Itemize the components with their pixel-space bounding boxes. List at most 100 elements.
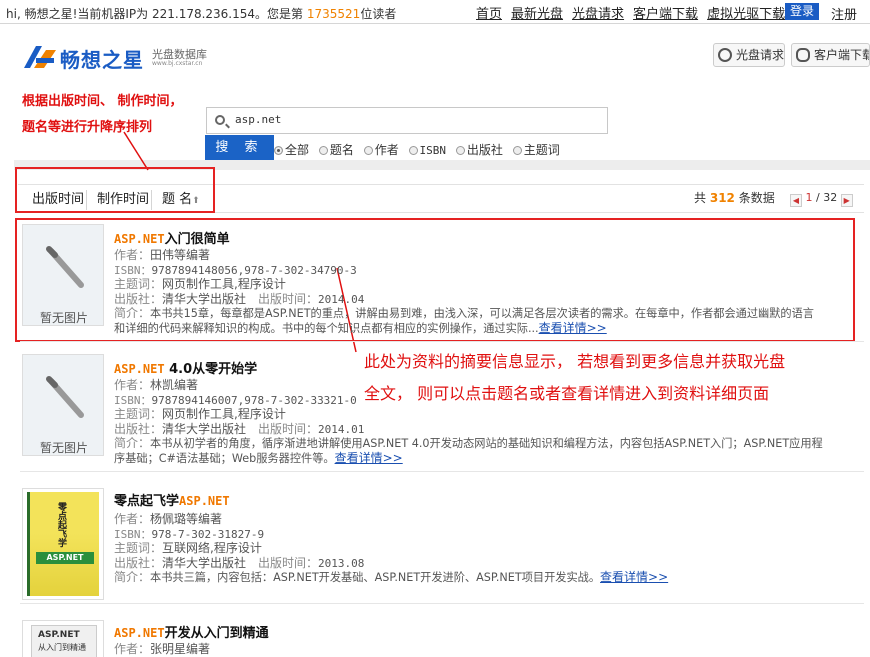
search-box[interactable] [206, 107, 608, 134]
welcome-suffix: 位读者 [360, 7, 397, 21]
isbn-value: 9787894146007,978-7-302-33321-0 [151, 393, 357, 407]
cover-art: ASP.NET 从入门到精通 [31, 625, 97, 657]
subject-label: 主题词： [114, 407, 163, 421]
publisher-label: 出版社： [114, 555, 163, 570]
subject-value: 互联网络,程序设计 [162, 541, 262, 555]
no-image-thumbnail[interactable]: 暂无图片 [22, 354, 104, 456]
book-cover-image[interactable]: 零点起飞学 ASP.NET [22, 488, 104, 600]
site-logo[interactable]: 畅想之星 光盘数据库 www.bj.cxstar.cn [22, 42, 222, 74]
title-highlight: ASP.NET [114, 626, 165, 640]
cover-art: 零点起飞学 ASP.NET [27, 492, 99, 596]
prev-page-icon[interactable]: ◀ [790, 194, 802, 207]
record-summary: 简介：本书共15章，每章都是ASP.NET的重点，讲解由易到难，由浅入深，可以满… [114, 306, 814, 322]
no-image-thumbnail[interactable]: 暂无图片 [22, 224, 104, 326]
scope-label: 作者 [374, 143, 399, 157]
record-publisher: 出版社：清华大学出版社 出版时间：2014.04 [114, 292, 364, 308]
record-subject: 主题词：互联网络,程序设计 [114, 541, 262, 556]
search-input[interactable] [235, 113, 595, 126]
author-label: 作者： [114, 248, 151, 262]
subject-value: 网页制作工具,程序设计 [162, 277, 286, 291]
radio-selected-icon [274, 146, 283, 155]
scope-all-radio[interactable]: 全部 [274, 141, 309, 158]
list-item: 零点起飞学 ASP.NET 零点起飞学ASP.NET 作者：杨佩璐等编著 ISB… [20, 488, 864, 604]
nav-home-link[interactable]: 首页 [476, 7, 502, 22]
view-details-link[interactable]: 查看详情>> [600, 570, 668, 584]
pub-date-value: 2014.01 [318, 422, 365, 436]
count-prefix: 共 [694, 191, 707, 205]
pub-date-label: 出版时间： [258, 291, 319, 306]
next-page-icon[interactable]: ▶ [840, 194, 853, 207]
view-details-link[interactable]: 查看详情>> [335, 451, 403, 465]
cover-title-en: ASP.NET [38, 630, 80, 640]
summary-text: 本书共三篇，内容包括：ASP.NET开发基础、ASP.NET开发进阶、ASP.N… [150, 571, 601, 584]
pub-date-label: 出版时间： [258, 555, 319, 570]
author-value: 杨佩璐等编著 [150, 512, 223, 526]
client-download-label: 客户端下载 [814, 48, 870, 62]
record-publisher: 出版社：清华大学出版社 出版时间：2013.08 [114, 556, 364, 572]
isbn-value: 9787894148056,978-7-302-34790-3 [151, 263, 357, 277]
login-button[interactable]: 登录 [785, 3, 819, 20]
search-button[interactable]: 搜 索 [205, 135, 274, 160]
nav-client-download-link[interactable]: 客户端下载 [633, 7, 698, 22]
pencil-icon [46, 376, 84, 418]
nav-latest-discs-link[interactable]: 最新光盘 [511, 7, 563, 22]
cover-title-cn: 零点起飞学 [56, 502, 66, 547]
no-image-label: 暂无图片 [39, 441, 88, 455]
summary-text: 和详细的代码来解释知识的构成。书中的每个知识点都有相应的实例操作，通过实际... [114, 321, 539, 335]
summary-label: 简介： [114, 306, 151, 320]
sort-highlight-box [15, 167, 215, 213]
disc-icon [718, 48, 732, 62]
brand-url: www.bj.cxstar.cn [152, 60, 203, 67]
visitor-number: 1735521 [306, 7, 361, 21]
scope-label: 出版社 [466, 143, 503, 157]
scope-isbn-radio[interactable]: ISBN [408, 143, 446, 157]
summary-label: 简介： [114, 570, 151, 584]
record-author: 作者：张明星编著 [114, 642, 210, 657]
summary-label: 简介： [114, 436, 151, 450]
record-title-link[interactable]: ASP.NET 4.0从零开始学 [114, 358, 257, 377]
top-nav: 首页 最新光盘 光盘请求 客户端下载 虚拟光驱下载 [476, 3, 794, 22]
record-summary-cont: 序基础；C#语法基础；Web服务器控件等。查看详情>> [114, 451, 403, 467]
top-bar: hi, 畅想之星!当前机器IP为 221.178.236.154。您是第 173… [0, 0, 870, 24]
scope-title-radio[interactable]: 题名 [318, 141, 354, 158]
record-title-link[interactable]: 零点起飞学ASP.NET [114, 490, 230, 509]
isbn-label: ISBN： [114, 393, 152, 407]
count-number: 312 [709, 191, 735, 205]
publisher-label: 出版社： [114, 291, 163, 306]
total-pages: / 32 [816, 191, 838, 204]
client-download-button[interactable]: 客户端下载 [791, 43, 870, 67]
scope-author-radio[interactable]: 作者 [363, 141, 399, 158]
list-item: 暂无图片 ASP.NET 4.0从零开始学 作者：林凯编著 ISBN：97878… [20, 354, 864, 472]
welcome-text: hi, 畅想之星!当前机器IP为 221.178.236.154。您是第 [6, 7, 304, 21]
record-author: 作者：田伟等编著 [114, 248, 210, 263]
author-value: 林凯编著 [150, 378, 199, 392]
record-summary: 简介：本书从初学者的角度，循序渐进地讲解使用ASP.NET 4.0开发动态网站的… [114, 436, 823, 452]
register-link[interactable]: 注册 [831, 4, 857, 23]
nav-disc-request-link[interactable]: 光盘请求 [572, 7, 624, 22]
summary-text: 序基础；C#语法基础；Web服务器控件等。 [114, 451, 335, 465]
record-title-link[interactable]: ASP.NET开发从入门到精通 [114, 622, 269, 641]
record-isbn: ISBN：9787894148056,978-7-302-34790-3 [114, 263, 357, 279]
author-label: 作者： [114, 512, 151, 526]
disc-request-button[interactable]: 光盘请求 [713, 43, 785, 67]
record-summary: 简介：本书共三篇，内容包括：ASP.NET开发基础、ASP.NET开发进阶、AS… [114, 570, 668, 586]
view-details-link[interactable]: 查看详情>> [539, 321, 607, 335]
subject-label: 主题词： [114, 277, 163, 291]
scope-label: 题名 [329, 143, 354, 157]
scope-label: 全部 [285, 143, 310, 157]
record-title-link[interactable]: ASP.NET入门很简单 [114, 228, 230, 247]
cloud-download-icon [796, 48, 810, 62]
title-highlight: ASP.NET [179, 494, 230, 508]
subject-value: 网页制作工具,程序设计 [162, 407, 286, 421]
nav-virtual-drive-link[interactable]: 虚拟光驱下载 [707, 7, 785, 22]
list-item: ASP.NET 从入门到精通 ASP.NET开发从入门到精通 作者：张明星编著 [20, 620, 864, 657]
list-item: 暂无图片 ASP.NET入门很简单 作者：田伟等编著 ISBN：97878941… [20, 224, 864, 342]
book-cover-image[interactable]: ASP.NET 从入门到精通 [22, 620, 104, 657]
author-value: 田伟等编著 [150, 248, 211, 262]
scope-label: 主题词 [523, 143, 560, 157]
pub-date-value: 2014.04 [318, 292, 365, 306]
scope-subject-radio[interactable]: 主题词 [512, 141, 560, 158]
author-value: 张明星编著 [150, 642, 211, 656]
record-publisher: 出版社：清华大学出版社 出版时间：2014.01 [114, 422, 364, 438]
scope-publisher-radio[interactable]: 出版社 [455, 141, 503, 158]
